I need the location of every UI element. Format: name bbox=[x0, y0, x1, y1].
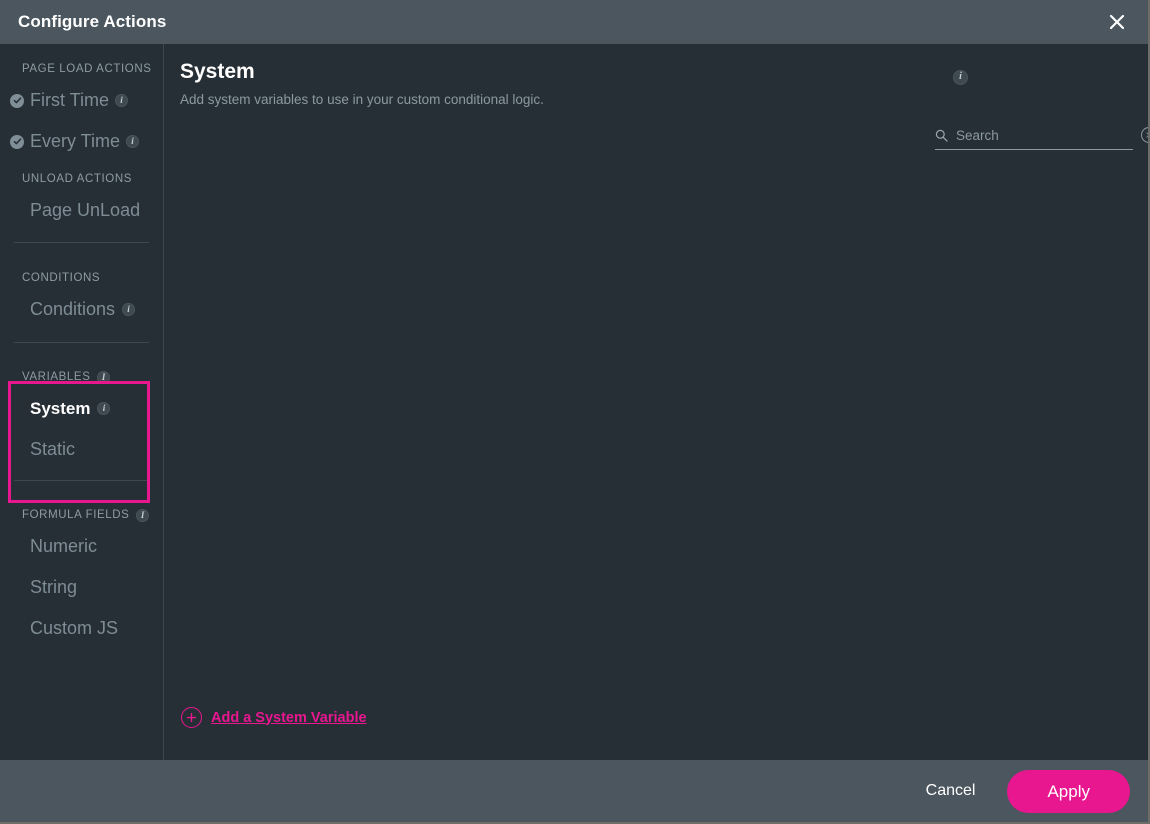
info-icon[interactable]: i bbox=[115, 94, 128, 107]
sidebar-item-label: Conditions bbox=[30, 299, 116, 319]
sidebar-section-page-load-actions: PAGE LOAD ACTIONS bbox=[0, 58, 163, 80]
sidebar-item-label: Numeric bbox=[30, 536, 98, 556]
sidebar-section-conditions: CONDITIONS bbox=[0, 267, 163, 289]
dialog-title: Configure Actions bbox=[18, 12, 167, 31]
sidebar-section-formula-fields: FORMULA FIELDS i bbox=[0, 504, 163, 526]
dialog-titlebar: Configure Actions bbox=[0, 0, 1148, 44]
sidebar-section-variables: VARIABLES i bbox=[0, 366, 163, 388]
page-subtitle: Add system variables to use in your cust… bbox=[180, 92, 544, 108]
add-system-variable-row[interactable]: Add a System Variable bbox=[164, 707, 1148, 760]
main-panel: System Add system variables to use in yo… bbox=[164, 44, 1148, 760]
dialog-body: PAGE LOAD ACTIONS First Time i Every Tim… bbox=[0, 44, 1148, 760]
configure-actions-dialog: Configure Actions PAGE LOAD ACTIONS Firs… bbox=[0, 0, 1150, 824]
sidebar: PAGE LOAD ACTIONS First Time i Every Tim… bbox=[0, 44, 164, 760]
search-input[interactable] bbox=[956, 127, 1133, 143]
info-icon[interactable]: i bbox=[126, 135, 140, 148]
sidebar-item-label: Static bbox=[30, 439, 76, 459]
sidebar-section-unload-actions: UNLOAD ACTIONS bbox=[0, 168, 163, 190]
dialog-footer: Cancel Apply bbox=[0, 760, 1148, 822]
section-heading-label: UNLOAD ACTIONS bbox=[22, 173, 133, 185]
cancel-button[interactable]: Cancel bbox=[922, 776, 980, 806]
main-header: System Add system variables to use in yo… bbox=[164, 44, 1148, 107]
sidebar-item-string[interactable]: String bbox=[0, 567, 163, 608]
sidebar-item-numeric[interactable]: Numeric bbox=[0, 526, 163, 567]
sidebar-item-custom-js[interactable]: Custom JS bbox=[0, 608, 163, 649]
plus-circle-icon[interactable] bbox=[181, 707, 202, 728]
search-icon bbox=[935, 129, 948, 142]
main-header-info: i bbox=[953, 66, 968, 85]
info-icon[interactable]: i bbox=[97, 402, 111, 415]
sidebar-item-conditions[interactable]: Conditions i bbox=[0, 289, 163, 330]
info-icon[interactable]: i bbox=[122, 303, 136, 316]
sidebar-item-page-unload[interactable]: Page UnLoad bbox=[0, 190, 163, 231]
system-variables-list bbox=[164, 107, 1148, 707]
add-system-variable-link[interactable]: Add a System Variable bbox=[211, 710, 367, 726]
close-icon[interactable] bbox=[1102, 7, 1132, 37]
sidebar-item-label: Page UnLoad bbox=[30, 200, 141, 220]
sidebar-item-static[interactable]: Static bbox=[0, 429, 163, 470]
section-heading-label: CONDITIONS bbox=[22, 272, 101, 284]
info-icon[interactable]: i bbox=[97, 370, 111, 384]
sidebar-item-label: String bbox=[30, 577, 78, 597]
sidebar-item-label: Every Time bbox=[30, 131, 121, 151]
section-heading-label: PAGE LOAD ACTIONS bbox=[22, 63, 152, 75]
main-header-text: System Add system variables to use in yo… bbox=[180, 60, 953, 107]
sidebar-item-first-time[interactable]: First Time i bbox=[0, 80, 163, 121]
sidebar-item-label: First Time bbox=[30, 90, 109, 110]
section-heading-label: VARIABLES bbox=[22, 371, 91, 383]
info-icon[interactable]: i bbox=[136, 508, 150, 522]
page-title: System bbox=[180, 60, 255, 83]
sidebar-divider bbox=[14, 342, 149, 343]
apply-button[interactable]: Apply bbox=[1007, 769, 1130, 813]
search-bar bbox=[935, 127, 1148, 150]
sidebar-item-every-time[interactable]: Every Time i bbox=[0, 121, 163, 162]
sidebar-divider bbox=[14, 480, 149, 481]
sidebar-divider bbox=[14, 242, 149, 243]
sidebar-item-system[interactable]: System i bbox=[0, 388, 163, 429]
info-icon[interactable]: i bbox=[953, 69, 968, 85]
section-heading-label: FORMULA FIELDS bbox=[22, 509, 130, 521]
clear-search-icon[interactable] bbox=[1141, 127, 1148, 143]
sidebar-item-label: Custom JS bbox=[30, 618, 119, 638]
check-circle-icon bbox=[10, 134, 24, 149]
sidebar-item-label: System bbox=[30, 398, 91, 418]
check-circle-icon bbox=[10, 93, 24, 108]
